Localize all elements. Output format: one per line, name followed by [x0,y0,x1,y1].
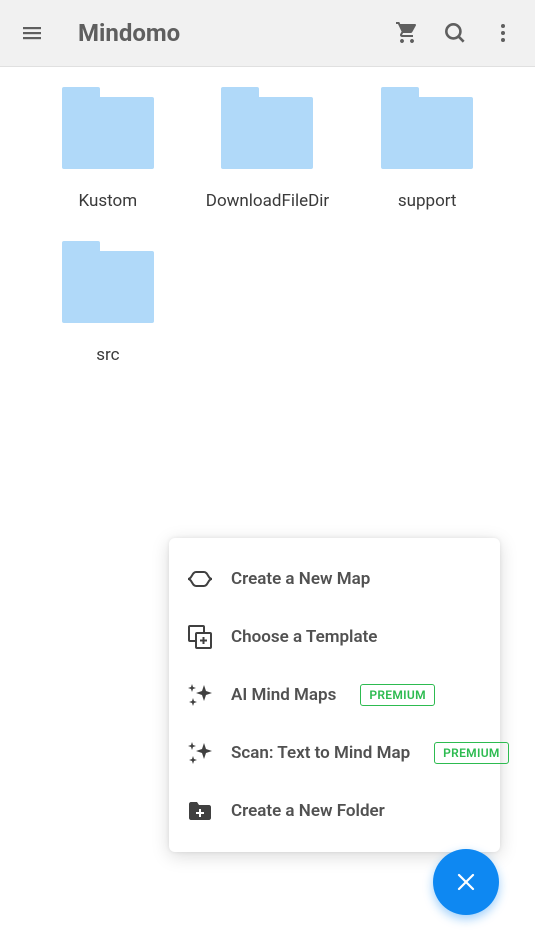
popup-item-new-map[interactable]: Create a New Map [169,550,500,608]
new-map-icon [185,564,215,594]
popup-item-label: Create a New Folder [231,801,385,821]
popup-item-scan-text[interactable]: Scan: Text to Mind Map PREMIUM [169,724,500,782]
hamburger-icon [20,21,44,45]
folder-plus-icon [185,796,215,826]
popup-item-label: Create a New Map [231,569,370,589]
folder-icon [221,97,313,169]
top-bar: Mindomo [0,0,535,67]
search-icon [442,20,468,46]
fab-close-button[interactable] [433,849,499,915]
folder-label: DownloadFileDir [206,191,329,211]
close-icon [455,871,477,893]
search-button[interactable] [435,13,475,53]
menu-button[interactable] [12,13,52,53]
folder-icon [381,97,473,169]
premium-badge: PREMIUM [434,742,509,764]
popup-item-ai-mind-maps[interactable]: AI Mind Maps PREMIUM [169,666,500,724]
more-button[interactable] [483,13,523,53]
premium-badge: PREMIUM [360,684,435,706]
sparkle-icon [185,680,215,710]
more-vert-icon [491,21,515,45]
popup-item-label: AI Mind Maps [231,685,336,705]
popup-item-template[interactable]: Choose a Template [169,608,500,666]
cart-button[interactable] [387,13,427,53]
folder-label: support [398,191,457,211]
folder-icon [62,251,154,323]
folder-item[interactable]: src [28,251,188,365]
popup-item-label: Choose a Template [231,627,377,647]
folder-grid: Kustom DownloadFileDir support src [0,67,535,395]
app-title: Mindomo [78,19,387,47]
sparkle-icon [185,738,215,768]
shopping-cart-icon [395,21,419,45]
folder-item[interactable]: support [347,97,507,211]
popup-item-label: Scan: Text to Mind Map [231,743,410,763]
folder-item[interactable]: DownloadFileDir [188,97,348,211]
popup-item-new-folder[interactable]: Create a New Folder [169,782,500,840]
topbar-actions [387,13,523,53]
folder-icon [62,97,154,169]
create-popup-menu: Create a New Map Choose a Template AI Mi… [169,538,500,852]
folder-label: Kustom [79,191,138,211]
folder-label: src [96,345,119,365]
folder-item[interactable]: Kustom [28,97,188,211]
template-icon [185,622,215,652]
